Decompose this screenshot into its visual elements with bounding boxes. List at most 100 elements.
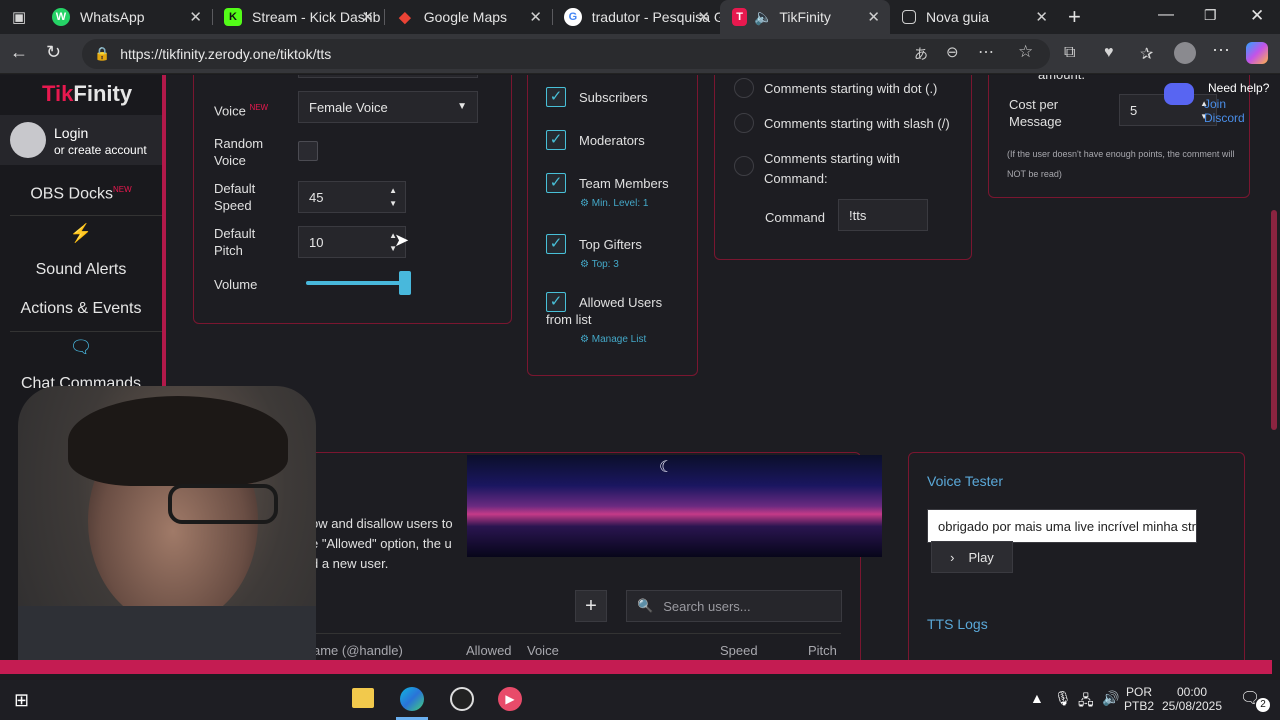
- new-tab-icon: [902, 10, 916, 24]
- read-aloud-icon[interactable]: あ: [914, 44, 928, 64]
- add-user-button[interactable]: +: [575, 590, 607, 622]
- person-hair: [68, 396, 288, 486]
- volume-icon[interactable]: 🔊: [1102, 690, 1119, 707]
- close-icon[interactable]: ✕: [189, 8, 202, 26]
- chevron-up-icon[interactable]: ▲: [1030, 690, 1044, 706]
- search-icon: 🔍: [637, 598, 654, 613]
- google-icon: G: [564, 8, 582, 26]
- obs-icon[interactable]: [450, 687, 474, 711]
- performance-icon[interactable]: ♥: [1104, 44, 1114, 62]
- close-icon[interactable]: ✕: [697, 8, 710, 26]
- speaker-icon[interactable]: 🔈: [754, 8, 773, 26]
- windows-start-icon[interactable]: ⊞: [14, 690, 29, 711]
- minimize-icon[interactable]: —: [1158, 6, 1174, 24]
- maps-pin-icon: ◆: [399, 9, 411, 26]
- tab-kick-dashboard[interactable]: K Stream - Kick Dashb ✕: [212, 0, 384, 34]
- sidebar-item-actions-events[interactable]: Actions & Events: [0, 300, 162, 318]
- microphone-icon[interactable]: 🎙: [1054, 690, 1072, 707]
- settings-more-icon[interactable]: ⋯: [1212, 40, 1230, 61]
- dropdown-arrow-icon: ▼: [457, 101, 467, 112]
- sidebar-item-obs-docks[interactable]: OBS DocksNEW: [0, 185, 162, 203]
- join-discord-link[interactable]: Join Discord: [1204, 97, 1270, 125]
- need-help-text: Need help?: [1208, 81, 1270, 95]
- top-gifters-label: Top Gifters: [579, 237, 642, 252]
- team-members-label: Team Members: [579, 176, 669, 191]
- media-player-icon[interactable]: ▶: [498, 687, 522, 711]
- moderators-checkbox[interactable]: ✓: [546, 130, 566, 150]
- more-tools-icon[interactable]: ⋯: [978, 42, 994, 62]
- discord-help[interactable]: Need help? Join Discord: [1164, 79, 1270, 125]
- login-link[interactable]: Login: [54, 125, 88, 141]
- close-icon[interactable]: ✕: [529, 8, 542, 26]
- login-area[interactable]: Login or create account: [0, 115, 162, 165]
- sidebar-item-sound-alerts[interactable]: Sound Alerts: [0, 261, 162, 279]
- command-radio[interactable]: [734, 156, 754, 176]
- allowed-user-types-card: ✓ Subscribers ✓ Moderators ✓ Team Member…: [527, 75, 698, 376]
- tab-tradutor[interactable]: G tradutor - Pesquisa G ✕: [552, 0, 720, 34]
- speed-input[interactable]: 45 ▲ ▼: [298, 181, 406, 213]
- tab-google-maps[interactable]: ◆ Google Maps ✕: [384, 0, 552, 34]
- new-tab-plus-icon[interactable]: +: [1068, 4, 1081, 30]
- random-voice-checkbox[interactable]: [298, 141, 318, 161]
- network-icon[interactable]: 🖧: [1078, 690, 1094, 714]
- copilot-icon[interactable]: [1246, 42, 1268, 64]
- zoom-icon[interactable]: ⊖: [946, 43, 959, 61]
- team-min-level-link[interactable]: ⚙ Min. Level: 1: [580, 198, 648, 209]
- command-input[interactable]: !tts: [838, 199, 928, 231]
- cost-per-message-label: Cost per Message: [1009, 97, 1062, 129]
- search-users-input[interactable]: 🔍 Search users...: [626, 590, 842, 622]
- edge-icon[interactable]: [400, 687, 424, 711]
- restore-icon[interactable]: ❐: [1204, 7, 1217, 24]
- allowed-desc-line3: d a new user.: [311, 556, 389, 571]
- slash-label: Comments starting with slash (/): [764, 116, 950, 131]
- tts-logs-title: TTS Logs: [927, 616, 988, 632]
- close-icon[interactable]: ✕: [1035, 8, 1048, 26]
- whatsapp-icon: W: [52, 8, 70, 26]
- dot-radio[interactable]: [734, 78, 754, 98]
- volume-slider-thumb[interactable]: [398, 271, 411, 295]
- favorites-icon[interactable]: ✰: [1140, 44, 1153, 64]
- file-explorer-icon[interactable]: [352, 688, 374, 708]
- voice-select[interactable]: Female Voice ▼: [298, 91, 478, 123]
- slash-radio[interactable]: [734, 113, 754, 133]
- create-account-link[interactable]: or create account: [54, 143, 147, 157]
- site-info-icon[interactable]: 🔒: [94, 46, 110, 62]
- person-shirt: [18, 606, 316, 660]
- top-select-partial[interactable]: [298, 75, 478, 78]
- dot-label: Comments starting with dot (.): [764, 81, 938, 96]
- language-indicator[interactable]: POR PTB2: [1124, 685, 1154, 713]
- command-radio-label: Comments starting with Command:: [764, 151, 900, 186]
- close-icon[interactable]: ✕: [361, 8, 374, 26]
- moderators-label: Moderators: [579, 133, 645, 148]
- tab-tikfinity[interactable]: T 🔈 TikFinity ✕: [720, 0, 890, 34]
- top-gifters-checkbox[interactable]: ✓: [546, 234, 566, 254]
- brand-logo[interactable]: TikFinity: [42, 81, 132, 107]
- address-bar[interactable]: 🔒 https://tikfinity.zerody.one/tiktok/tt…: [82, 39, 1050, 69]
- back-arrow-icon[interactable]: ←: [10, 42, 28, 63]
- close-window-icon[interactable]: ✕: [1250, 6, 1264, 26]
- profile-avatar[interactable]: [1174, 42, 1196, 64]
- pitch-input[interactable]: 10 ▲ ▼: [298, 226, 406, 258]
- voice-tester-input[interactable]: obrigado por mais uma live incrível minh…: [927, 509, 1197, 543]
- manage-list-link[interactable]: ⚙ Manage List: [580, 334, 646, 345]
- tab-actions-icon[interactable]: ▣: [12, 8, 26, 26]
- top-gifters-link[interactable]: ⚙ Top: 3: [580, 259, 619, 270]
- voice-settings-card: Voice NEW Female Voice ▼ Random Voice De…: [193, 75, 512, 324]
- webcam-overlay: [18, 386, 316, 660]
- extensions-icon[interactable]: ⧉: [1064, 44, 1075, 62]
- user-avatar-icon: [10, 122, 46, 158]
- tab-whatsapp[interactable]: W WhatsApp ✕: [40, 0, 212, 34]
- clock[interactable]: 00:00 25/08/2025: [1160, 685, 1224, 713]
- default-speed-label: Default Speed: [214, 181, 256, 213]
- stepper-icon[interactable]: ▲ ▼: [389, 184, 397, 210]
- refresh-icon[interactable]: ↻: [46, 42, 61, 63]
- team-members-checkbox[interactable]: ✓: [546, 173, 566, 193]
- close-icon[interactable]: ✕: [867, 8, 880, 26]
- address-toolbar: ← ↻ 🔒 https://tikfinity.zerody.one/tikto…: [0, 34, 1280, 74]
- play-button[interactable]: › Play: [931, 541, 1013, 573]
- favorite-star-icon[interactable]: ☆: [1018, 42, 1033, 62]
- tab-nova-guia[interactable]: Nova guia ✕: [890, 0, 1058, 34]
- subscribers-checkbox[interactable]: ✓: [546, 87, 566, 107]
- page-scrollbar[interactable]: [1271, 210, 1277, 430]
- volume-slider[interactable]: [306, 271, 411, 295]
